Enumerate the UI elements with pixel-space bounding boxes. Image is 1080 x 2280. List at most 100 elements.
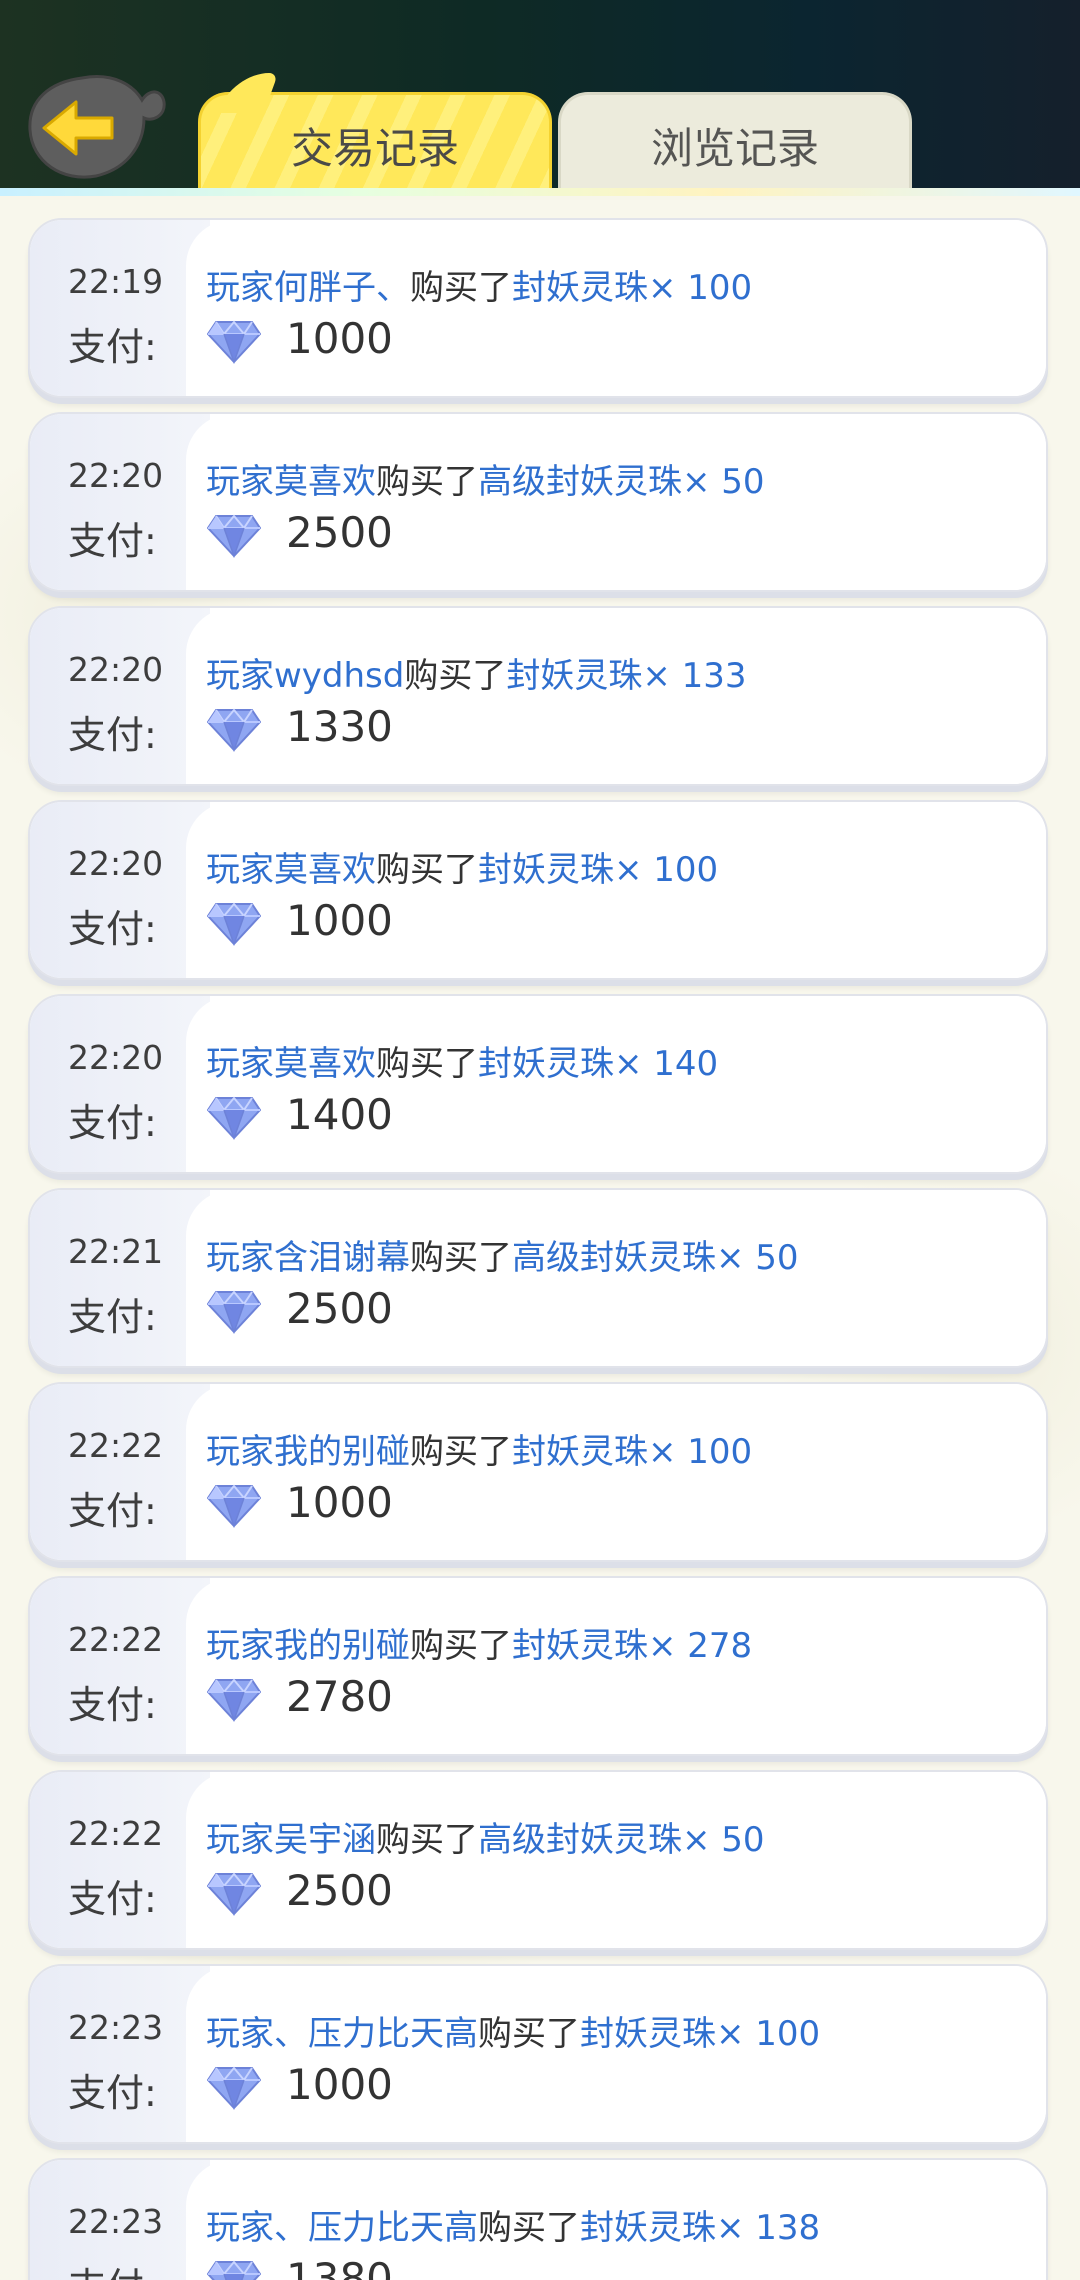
diamond-icon (206, 706, 262, 752)
item-quantity: × 100 (648, 268, 753, 308)
tab-trade-records-label: 交易记录 (290, 124, 459, 173)
pay-amount: 1000 (286, 314, 393, 363)
trade-record-card: 22:20 支付: 玩家莫喜欢购买了高级封妖灵珠× 50 2500 (28, 412, 1048, 592)
player-prefix: 玩家 (206, 2014, 274, 2054)
back-button[interactable] (26, 72, 166, 180)
item-name: 封妖灵珠 (512, 1432, 648, 1472)
trade-record-card: 22:22 支付: 玩家我的别碰购买了封妖灵珠× 278 2780 (28, 1576, 1048, 1756)
item-name: 高级封妖灵珠 (512, 1238, 716, 1278)
pay-amount: 1400 (286, 1090, 393, 1139)
pay-amount: 1330 (286, 702, 393, 751)
item-name: 封妖灵珠 (512, 268, 648, 308)
trade-record-card: 22:19 支付: 玩家何胖子、购买了封妖灵珠× 100 1000 (28, 218, 1048, 398)
record-time: 22:23 (68, 2008, 164, 2047)
diamond-icon (206, 1676, 262, 1722)
trade-record-card: 22:20 支付: 玩家莫喜欢购买了封妖灵珠× 140 1400 (28, 994, 1048, 1174)
back-arrow-icon (28, 75, 166, 179)
purchase-action: 购买了 (410, 1626, 512, 1666)
tab-browse-records[interactable]: 浏览记录 (558, 92, 912, 196)
trade-record-card: 22:21 支付: 玩家含泪谢幕购买了高级封妖灵珠× 50 2500 (28, 1188, 1048, 1368)
player-name: 莫喜欢 (274, 462, 376, 502)
player-prefix: 玩家 (206, 850, 274, 890)
item-name: 封妖灵珠 (580, 2014, 716, 2054)
item-quantity: × 140 (614, 1044, 719, 1084)
item-quantity: × 278 (648, 1626, 753, 1666)
purchase-action: 购买了 (410, 1238, 512, 1278)
diamond-icon (206, 1288, 262, 1334)
item-name: 高级封妖灵珠 (478, 462, 682, 502)
purchase-action: 购买了 (410, 268, 512, 308)
player-name: 我的别碰 (274, 1432, 410, 1472)
record-description: 玩家我的别碰购买了封妖灵珠× 100 (206, 1424, 752, 1473)
diamond-icon (206, 1482, 262, 1528)
pay-amount: 1000 (286, 1478, 393, 1527)
player-prefix: 玩家 (206, 462, 274, 502)
pay-label: 支付: (68, 2071, 157, 2115)
pay-label: 支付: (68, 1489, 157, 1533)
pay-label: 支付: (68, 1877, 157, 1921)
record-description: 玩家、压力比天高购买了封妖灵珠× 138 (206, 2200, 820, 2249)
record-time: 22:20 (68, 844, 164, 883)
pay-label: 支付: (68, 1683, 157, 1727)
record-time: 22:20 (68, 650, 164, 689)
player-name: 何胖子、 (274, 268, 410, 308)
record-description: 玩家莫喜欢购买了高级封妖灵珠× 50 (206, 454, 765, 503)
purchase-action: 购买了 (404, 656, 507, 696)
record-description: 玩家何胖子、购买了封妖灵珠× 100 (206, 260, 752, 309)
player-prefix: 玩家 (206, 1238, 274, 1278)
record-time: 22:21 (68, 1232, 164, 1271)
pay-label: 支付: (68, 1295, 157, 1339)
player-name: 吴宇涵 (274, 1820, 376, 1860)
player-name: 我的别碰 (274, 1626, 410, 1666)
purchase-action: 购买了 (376, 1820, 478, 1860)
item-name: 封妖灵珠 (478, 1044, 614, 1084)
pay-amount: 2780 (286, 1672, 393, 1721)
pay-label: 支付: (68, 2256, 157, 2280)
pay-label: 支付: (68, 907, 157, 951)
item-quantity: × 100 (648, 1432, 753, 1472)
record-time: 22:20 (68, 1038, 164, 1077)
pay-amount: 2500 (286, 1866, 393, 1915)
record-time: 22:20 (68, 456, 164, 495)
tab-trade-records[interactable]: 交易记录 (198, 92, 552, 196)
player-name: 莫喜欢 (274, 850, 376, 890)
player-prefix: 玩家 (206, 1432, 274, 1472)
player-name: 莫喜欢 (274, 1044, 376, 1084)
item-name: 封妖灵珠 (512, 1626, 648, 1666)
record-description: 玩家莫喜欢购买了封妖灵珠× 140 (206, 1036, 718, 1085)
player-name: 、压力比天高 (274, 2208, 478, 2248)
pay-amount: 2500 (286, 508, 393, 557)
record-time: 22:22 (68, 1620, 164, 1659)
item-quantity: × 100 (614, 850, 719, 890)
diamond-icon (206, 2258, 262, 2280)
player-prefix: 玩家 (206, 2208, 274, 2248)
trade-record-card: 22:20 支付: 玩家莫喜欢购买了封妖灵珠× 100 1000 (28, 800, 1048, 980)
trade-record-card: 22:22 支付: 玩家吴宇涵购买了高级封妖灵珠× 50 2500 (28, 1770, 1048, 1950)
diamond-icon (206, 1870, 262, 1916)
item-quantity: × 133 (642, 656, 747, 696)
record-description: 玩家吴宇涵购买了高级封妖灵珠× 50 (206, 1812, 765, 1861)
purchase-action: 购买了 (376, 1044, 478, 1084)
trade-record-list[interactable]: 22:19 支付: 玩家何胖子、购买了封妖灵珠× 100 1000 22:20 … (28, 218, 1050, 2280)
purchase-action: 购买了 (376, 462, 478, 502)
trade-record-card: 22:22 支付: 玩家我的别碰购买了封妖灵珠× 100 1000 (28, 1382, 1048, 1562)
pay-amount: 2500 (286, 1284, 393, 1333)
player-prefix: 玩家 (206, 1044, 274, 1084)
purchase-action: 购买了 (478, 2014, 580, 2054)
diamond-icon (206, 512, 262, 558)
record-time: 22:19 (68, 262, 164, 301)
item-name: 封妖灵珠 (478, 850, 614, 890)
item-quantity: × 50 (682, 462, 765, 502)
record-description: 玩家我的别碰购买了封妖灵珠× 278 (206, 1618, 752, 1667)
purchase-action: 购买了 (478, 2208, 580, 2248)
trade-record-card: 22:23 支付: 玩家、压力比天高购买了封妖灵珠× 138 1380 (28, 2158, 1048, 2280)
pay-label: 支付: (68, 325, 157, 369)
record-description: 玩家含泪谢幕购买了高级封妖灵珠× 50 (206, 1230, 799, 1279)
item-quantity: × 100 (716, 2014, 821, 2054)
pay-label: 支付: (68, 713, 157, 757)
diamond-icon (206, 318, 262, 364)
player-prefix: 玩家 (206, 268, 274, 308)
tab-browse-records-label: 浏览记录 (650, 124, 819, 173)
purchase-action: 购买了 (410, 1432, 512, 1472)
item-quantity: × 50 (682, 1820, 765, 1860)
